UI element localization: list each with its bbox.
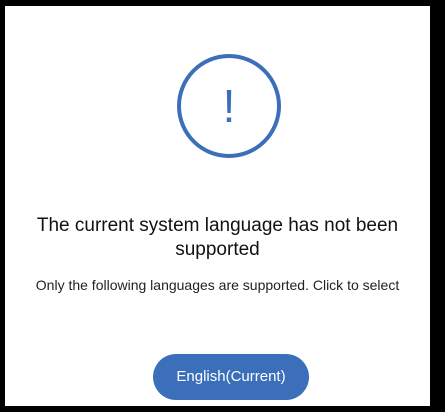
exclamation-mark: !: [222, 80, 236, 132]
window-frame: ! The current system language has not be…: [0, 0, 445, 412]
dialog-title: The current system language has not been…: [36, 215, 399, 260]
exclamation-circle-icon: !: [177, 54, 281, 158]
unsupported-language-dialog: ! The current system language has not be…: [5, 6, 430, 406]
language-option-english-button[interactable]: English(Current): [153, 354, 309, 400]
dialog-message: Only the following languages are support…: [35, 277, 400, 293]
